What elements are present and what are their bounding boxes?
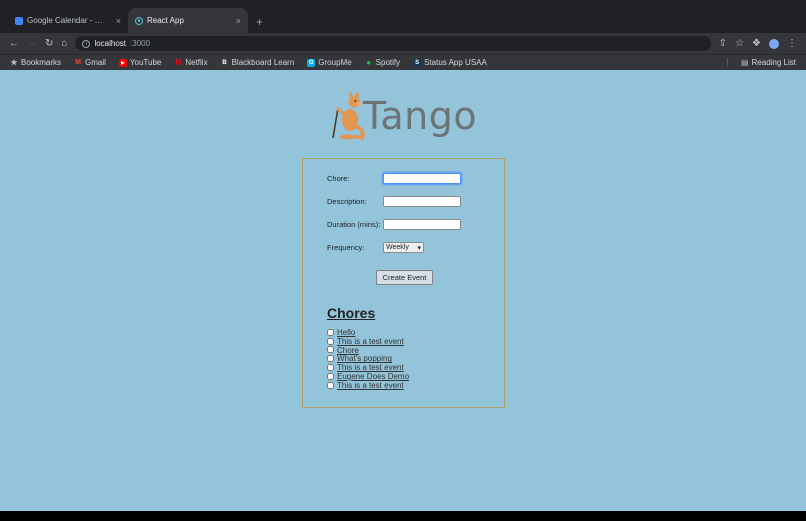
back-button[interactable]: ←	[9, 39, 19, 49]
bookmark-spotify[interactable]: ● Spotify	[365, 58, 400, 67]
chore-checkbox[interactable]	[327, 338, 334, 345]
description-input[interactable]	[383, 196, 461, 207]
create-event-button[interactable]: Create Event	[376, 270, 434, 285]
bookmark-status-app-usaa[interactable]: S Status App USAA	[413, 58, 487, 67]
tab-close-icon[interactable]: ×	[236, 16, 241, 26]
bookmark-netflix[interactable]: N Netflix	[174, 58, 207, 67]
bookmark-bookmarks[interactable]: ★ Bookmarks	[10, 58, 61, 67]
browser-window: Google Calendar - Week of M × React App …	[0, 0, 806, 511]
bookmark-label: GroupMe	[318, 58, 351, 67]
reading-list-icon: ▤	[741, 58, 749, 67]
url-port: :3000	[130, 39, 150, 48]
chore-checkbox[interactable]	[327, 382, 334, 389]
tango-mascot-icon	[329, 92, 367, 140]
chore-checkbox[interactable]	[327, 355, 334, 362]
reload-button[interactable]: ↻	[45, 39, 53, 49]
chore-checkbox[interactable]	[327, 364, 334, 371]
bookmarks-folder-icon: ★	[10, 59, 18, 67]
chore-link[interactable]: This is a test event	[337, 337, 404, 346]
blackboard-icon: B	[221, 59, 229, 67]
profile-avatar[interactable]	[769, 39, 779, 49]
chore-list-item: Chore	[327, 346, 504, 355]
bookmark-label: Bookmarks	[21, 58, 61, 67]
description-label: Description:	[327, 197, 383, 206]
duration-label: Duration (mins):	[327, 220, 383, 229]
chore-link[interactable]: Chore	[337, 346, 359, 355]
chore-link[interactable]: What's popping	[337, 354, 392, 363]
chore-list-item: Eugene Does Demo	[327, 372, 504, 381]
bookmark-label: Blackboard Learn	[232, 58, 295, 67]
chore-checkbox[interactable]	[327, 373, 334, 380]
bookmark-label: Gmail	[85, 58, 106, 67]
duration-input[interactable]	[383, 219, 461, 230]
url-host: localhost	[94, 39, 126, 48]
bookmark-label: Status App USAA	[424, 58, 487, 67]
address-bar[interactable]: i localhost :3000	[75, 36, 710, 51]
tab-strip: Google Calendar - Week of M × React App …	[0, 0, 806, 33]
youtube-icon: ▶	[119, 59, 127, 67]
duration-field-row: Duration (mins):	[327, 218, 504, 231]
bookmark-label: Netflix	[185, 58, 207, 67]
reading-list-label: Reading List	[752, 58, 796, 67]
frequency-selected-value: Weekly	[386, 244, 409, 251]
google-calendar-favicon	[15, 17, 23, 25]
chore-list-item: Hello	[327, 328, 504, 337]
chore-list-item: What's popping	[327, 354, 504, 363]
reading-list-button[interactable]: ▤ Reading List	[741, 58, 796, 67]
chore-checkbox[interactable]	[327, 346, 334, 353]
bookmark-groupme[interactable]: G GroupMe	[307, 58, 351, 67]
tab-google-calendar[interactable]: Google Calendar - Week of M ×	[8, 8, 128, 33]
logo-text: Tango	[363, 94, 477, 138]
chore-list-item: This is a test event	[327, 363, 504, 372]
home-button[interactable]: ⌂	[61, 39, 67, 49]
chore-link[interactable]: This is a test event	[337, 381, 404, 390]
tab-title: React App	[147, 16, 184, 25]
chore-label: Chore:	[327, 174, 383, 183]
browser-toolbar: ← → ↻ ⌂ i localhost :3000 ⇧ ☆ ❖ ⋮	[0, 33, 806, 54]
tango-logo: Tango	[0, 92, 806, 140]
chore-link[interactable]: This is a test event	[337, 363, 404, 372]
extensions-icon[interactable]: ❖	[752, 39, 761, 49]
browser-menu-icon[interactable]: ⋮	[787, 38, 797, 49]
groupme-icon: G	[307, 59, 315, 67]
page-react-app: Tango Chore: Description: Duration (mins…	[0, 70, 806, 511]
frequency-field-row: Frequency: Weekly ▾	[327, 241, 504, 254]
chore-list-item: This is a test event	[327, 337, 504, 346]
chore-list: Hello This is a test event Chore What's …	[327, 328, 504, 390]
site-info-icon[interactable]: i	[82, 40, 90, 48]
chevron-down-icon: ▾	[417, 244, 421, 252]
chore-link[interactable]: Hello	[337, 328, 355, 337]
chore-link[interactable]: Eugene Does Demo	[337, 372, 409, 381]
bookmarks-bar-divider	[727, 58, 728, 67]
tab-react-app[interactable]: React App ×	[128, 8, 248, 33]
chore-form: Chore: Description: Duration (mins): Fre…	[302, 158, 505, 408]
description-field-row: Description:	[327, 195, 504, 208]
bookmarks-bar: ★ Bookmarks M Gmail ▶ YouTube N Netflix …	[0, 54, 806, 70]
spotify-icon: ●	[365, 59, 373, 67]
chores-heading: Chores	[327, 305, 504, 321]
forward-button[interactable]: →	[27, 39, 37, 49]
react-favicon	[135, 17, 143, 25]
frequency-select[interactable]: Weekly ▾	[383, 242, 424, 253]
tab-title: Google Calendar - Week of M	[27, 16, 109, 25]
new-tab-button[interactable]: +	[256, 16, 263, 28]
usaa-icon: S	[413, 59, 421, 67]
chore-list-item: This is a test event	[327, 381, 504, 390]
bookmark-blackboard[interactable]: B Blackboard Learn	[221, 58, 295, 67]
netflix-icon: N	[174, 59, 182, 67]
chore-field-row: Chore:	[327, 172, 504, 185]
frequency-label: Frequency:	[327, 243, 383, 252]
chore-input[interactable]	[383, 173, 461, 184]
share-icon[interactable]: ⇧	[719, 39, 727, 49]
bookmark-label: Spotify	[376, 58, 400, 67]
bookmark-youtube[interactable]: ▶ YouTube	[119, 58, 161, 67]
tab-close-icon[interactable]: ×	[116, 16, 121, 26]
gmail-icon: M	[74, 59, 82, 67]
bookmark-gmail[interactable]: M Gmail	[74, 58, 106, 67]
bookmark-star-icon[interactable]: ☆	[735, 39, 744, 49]
chore-checkbox[interactable]	[327, 329, 334, 336]
bookmark-label: YouTube	[130, 58, 161, 67]
